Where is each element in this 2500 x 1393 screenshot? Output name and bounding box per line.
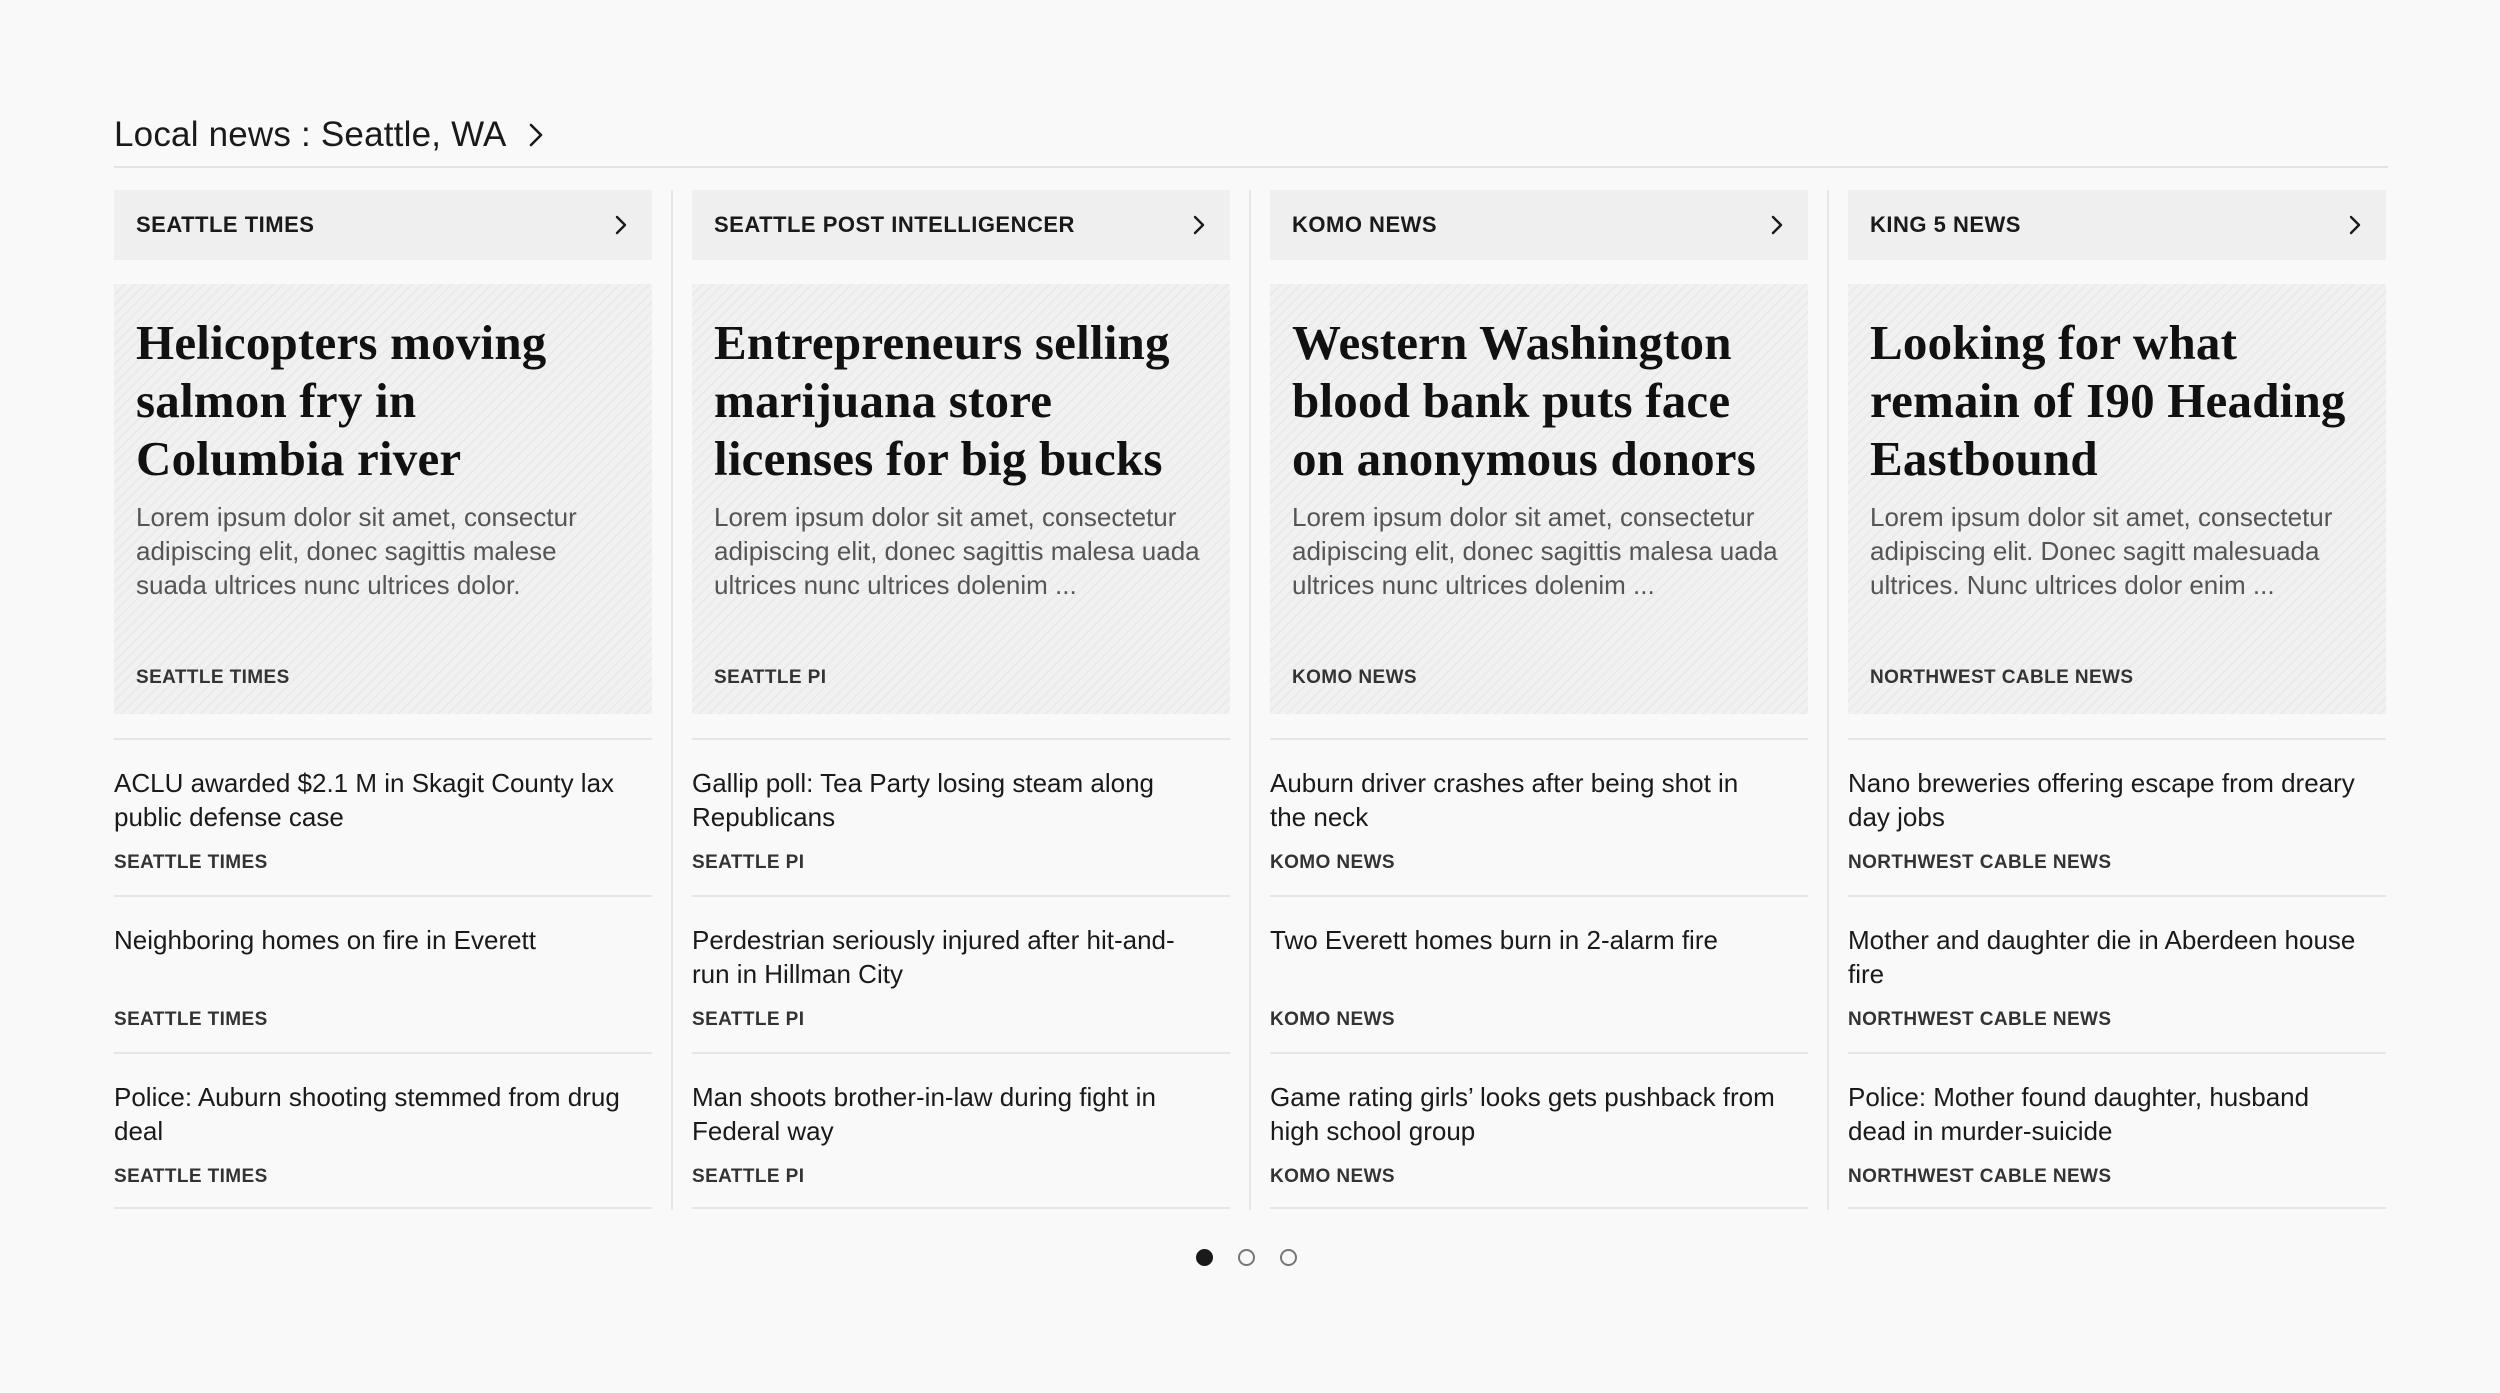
chevron-right-icon: [612, 214, 630, 236]
featured-source: NORTHWEST CABLE NEWS: [1870, 667, 2134, 688]
list-item[interactable]: Auburn driver crashes after being shot i…: [1270, 740, 1808, 897]
list-item[interactable]: Police: Auburn shooting stemmed from dru…: [114, 1054, 652, 1209]
story-source: SEATTLE PI: [692, 852, 805, 873]
story-title[interactable]: Police: Auburn shooting stemmed from dru…: [114, 1080, 624, 1148]
featured-headline[interactable]: Entrepreneurs selling marijuana store li…: [714, 314, 1208, 488]
list-item[interactable]: Nano breweries offering escape from drea…: [1848, 740, 2386, 897]
story-source: SEATTLE PI: [692, 1166, 805, 1187]
story-title[interactable]: Police: Mother found daughter, husband d…: [1848, 1080, 2358, 1148]
story-title[interactable]: Man shoots brother-in-law during fight i…: [692, 1080, 1202, 1148]
featured-source: SEATTLE PI: [714, 667, 827, 688]
story-source: SEATTLE TIMES: [114, 852, 268, 873]
source-header[interactable]: KOMO NEWS: [1270, 190, 1808, 260]
story-source: NORTHWEST CABLE NEWS: [1848, 852, 2112, 873]
list-item[interactable]: Man shoots brother-in-law during fight i…: [692, 1054, 1230, 1209]
story-title[interactable]: Auburn driver crashes after being shot i…: [1270, 766, 1780, 834]
featured-story[interactable]: Helicopters moving salmon fry in Columbi…: [114, 284, 652, 714]
story-list: Nano breweries offering escape from drea…: [1848, 738, 2386, 1209]
source-name: KING 5 NEWS: [1870, 212, 2021, 237]
story-source: KOMO NEWS: [1270, 1166, 1395, 1187]
story-list: Auburn driver crashes after being shot i…: [1270, 738, 1808, 1209]
list-item[interactable]: Neighboring homes on fire in Everett SEA…: [114, 897, 652, 1054]
featured-description: Lorem ipsum dolor sit amet, consectetur …: [1292, 502, 1778, 600]
story-source: NORTHWEST CABLE NEWS: [1848, 1009, 2112, 1030]
pager-dot-1[interactable]: [1196, 1249, 1213, 1266]
story-source: NORTHWEST CABLE NEWS: [1848, 1166, 2112, 1187]
source-name: KOMO NEWS: [1292, 212, 1438, 237]
news-column: SEATTLE TIMES Helicopters moving salmon …: [114, 190, 673, 1210]
story-title[interactable]: Gallip poll: Tea Party losing steam alon…: [692, 766, 1202, 834]
column-divider: [1249, 190, 1251, 1210]
story-title[interactable]: Neighboring homes on fire in Everett: [114, 923, 624, 957]
story-title[interactable]: ACLU awarded $2.1 M in Skagit County lax…: [114, 766, 624, 834]
section-header[interactable]: Local news : Seattle, WA: [114, 112, 2388, 168]
featured-headline[interactable]: Western Washington blood bank puts face …: [1292, 314, 1786, 488]
carousel-pager: [1196, 1249, 1297, 1266]
news-column: KING 5 NEWS Looking for what remain of I…: [1848, 190, 2386, 1210]
story-source: SEATTLE TIMES: [114, 1009, 268, 1030]
story-list: ACLU awarded $2.1 M in Skagit County lax…: [114, 738, 652, 1209]
list-item[interactable]: Mother and daughter die in Aberdeen hous…: [1848, 897, 2386, 1054]
list-item[interactable]: Two Everett homes burn in 2-alarm fire K…: [1270, 897, 1808, 1054]
news-column: SEATTLE POST INTELLIGENCER Entrepreneurs…: [692, 190, 1251, 1210]
featured-story[interactable]: Looking for what remain of I90 Heading E…: [1848, 284, 2386, 714]
story-title[interactable]: Nano breweries offering escape from drea…: [1848, 766, 2358, 834]
list-item[interactable]: Police: Mother found daughter, husband d…: [1848, 1054, 2386, 1209]
chevron-right-icon: [2346, 214, 2364, 236]
column-divider: [671, 190, 673, 1210]
news-column: KOMO NEWS Western Washington blood bank …: [1270, 190, 1829, 1210]
featured-description: Lorem ipsum dolor sit amet, consectur ad…: [136, 502, 577, 600]
pager-dot-3[interactable]: [1280, 1249, 1297, 1266]
local-news-section: Local news : Seattle, WA SEATTLE TIMES H…: [114, 112, 2388, 1210]
news-columns: SEATTLE TIMES Helicopters moving salmon …: [114, 190, 2388, 1210]
story-title[interactable]: Two Everett homes burn in 2-alarm fire: [1270, 923, 1780, 957]
featured-headline[interactable]: Looking for what remain of I90 Heading E…: [1870, 314, 2364, 488]
chevron-right-icon[interactable]: [523, 120, 549, 150]
story-list: Gallip poll: Tea Party losing steam alon…: [692, 738, 1230, 1209]
source-name: SEATTLE POST INTELLIGENCER: [714, 212, 1075, 237]
list-item[interactable]: Game rating girls’ looks gets pushback f…: [1270, 1054, 1808, 1209]
featured-source: SEATTLE TIMES: [136, 667, 290, 688]
featured-headline[interactable]: Helicopters moving salmon fry in Columbi…: [136, 314, 630, 488]
story-title[interactable]: Game rating girls’ looks gets pushback f…: [1270, 1080, 1780, 1148]
list-item[interactable]: Gallip poll: Tea Party losing steam alon…: [692, 740, 1230, 897]
featured-story[interactable]: Western Washington blood bank puts face …: [1270, 284, 1808, 714]
featured-description: Lorem ipsum dolor sit amet, consectetur …: [1870, 502, 2333, 600]
list-item[interactable]: Perdestrian seriously injured after hit-…: [692, 897, 1230, 1054]
featured-description: Lorem ipsum dolor sit amet, consectetur …: [714, 502, 1200, 600]
story-title[interactable]: Perdestrian seriously injured after hit-…: [692, 923, 1202, 991]
story-source: KOMO NEWS: [1270, 1009, 1395, 1030]
story-source: KOMO NEWS: [1270, 852, 1395, 873]
story-source: SEATTLE TIMES: [114, 1166, 268, 1187]
pager-dot-2[interactable]: [1238, 1249, 1255, 1266]
chevron-right-icon: [1190, 214, 1208, 236]
story-source: SEATTLE PI: [692, 1009, 805, 1030]
source-header[interactable]: KING 5 NEWS: [1848, 190, 2386, 260]
list-item[interactable]: ACLU awarded $2.1 M in Skagit County lax…: [114, 740, 652, 897]
featured-story[interactable]: Entrepreneurs selling marijuana store li…: [692, 284, 1230, 714]
chevron-right-icon: [1768, 214, 1786, 236]
source-header[interactable]: SEATTLE TIMES: [114, 190, 652, 260]
column-divider: [1827, 190, 1829, 1210]
source-name: SEATTLE TIMES: [136, 212, 315, 237]
section-title[interactable]: Local news : Seattle, WA: [114, 115, 507, 155]
story-title[interactable]: Mother and daughter die in Aberdeen hous…: [1848, 923, 2358, 991]
featured-source: KOMO NEWS: [1292, 667, 1417, 688]
source-header[interactable]: SEATTLE POST INTELLIGENCER: [692, 190, 1230, 260]
